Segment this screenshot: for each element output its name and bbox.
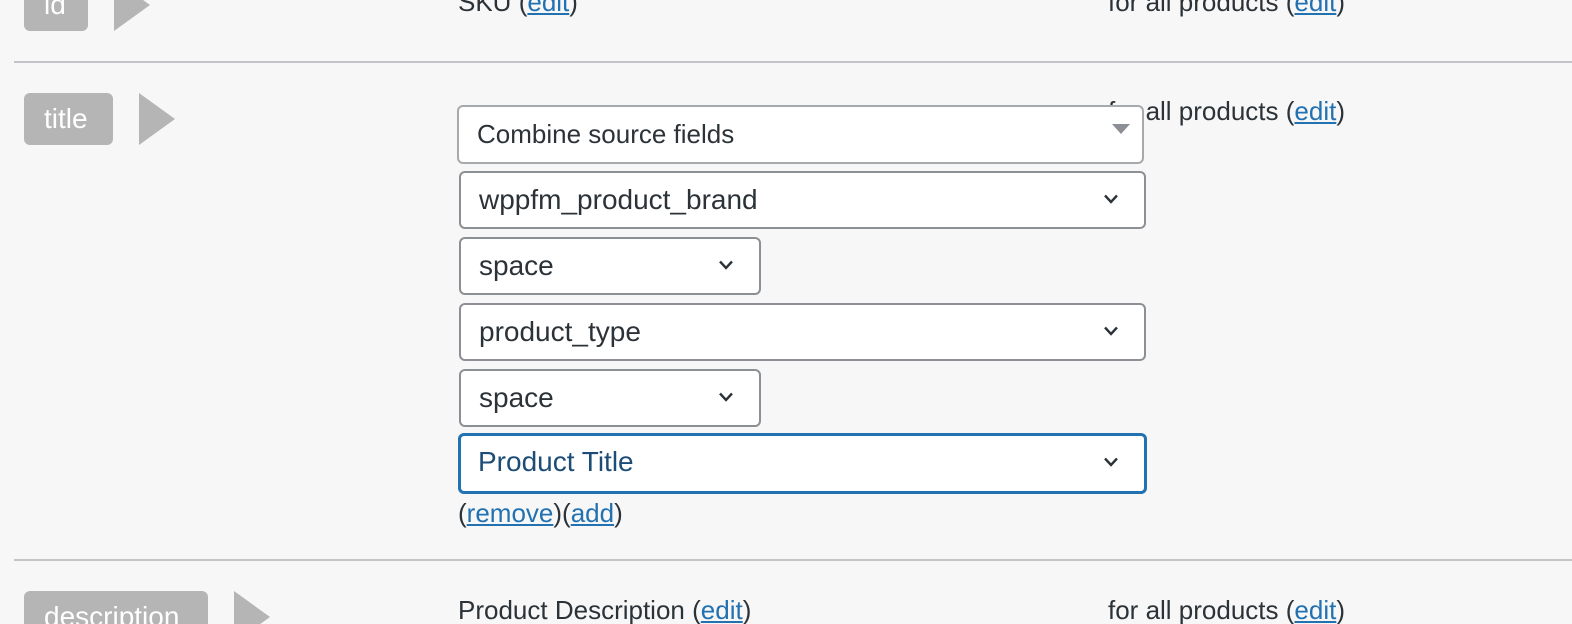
condition-edit-link[interactable]: edit: [1294, 595, 1336, 624]
condition-text: for all products: [1108, 595, 1279, 624]
separator-select-2[interactable]: space: [459, 369, 761, 427]
row-divider: [14, 61, 1572, 63]
remove-field-link[interactable]: remove: [467, 498, 554, 528]
source-text: Product Description: [458, 595, 685, 624]
separator-value: space: [479, 250, 554, 281]
chevron-down-icon: [1104, 194, 1118, 204]
add-field-link[interactable]: add: [571, 498, 614, 528]
source-field-select-1[interactable]: wppfm_product_brand: [459, 171, 1146, 229]
feed-attributes-panel: id SKU (edit) for all products (edit) ti…: [0, 0, 1572, 624]
attribute-tag-label: description: [24, 591, 208, 624]
arrow-right-icon: [114, 0, 150, 31]
arrow-right-icon: [234, 591, 270, 624]
chevron-down-icon: [719, 260, 733, 270]
triangle-down-icon: [1112, 124, 1130, 134]
arrow-right-icon: [139, 93, 175, 145]
attribute-tag-label: title: [24, 93, 113, 145]
source-field-select-2[interactable]: product_type: [459, 303, 1146, 361]
condition-edit-link[interactable]: edit: [1294, 0, 1336, 17]
source-field-value: Product Title: [478, 446, 634, 477]
source-field-select-3[interactable]: Product Title: [458, 433, 1147, 494]
chevron-down-icon: [1104, 457, 1118, 467]
source-value-description: Product Description (edit): [458, 595, 752, 624]
field-actions: (remove)(add): [458, 498, 623, 528]
combine-source-value: Combine source fields: [477, 119, 735, 149]
source-field-value: product_type: [479, 316, 641, 347]
attribute-tag-label: id: [24, 0, 88, 31]
source-edit-link[interactable]: edit: [527, 0, 569, 17]
combine-source-select[interactable]: Combine source fields: [457, 105, 1144, 164]
separator-select-1[interactable]: space: [459, 237, 761, 295]
source-edit-link[interactable]: edit: [701, 595, 743, 624]
chevron-down-icon: [719, 392, 733, 402]
source-value-id: SKU (edit): [458, 0, 578, 17]
source-text: SKU: [458, 0, 512, 17]
condition-text: for all products: [1108, 0, 1279, 17]
chevron-down-icon: [1104, 326, 1118, 336]
row-divider: [14, 559, 1572, 561]
separator-value: space: [479, 382, 554, 413]
condition-edit-link[interactable]: edit: [1294, 96, 1336, 126]
condition-id: for all products (edit): [1108, 0, 1345, 17]
source-field-value: wppfm_product_brand: [479, 184, 758, 215]
condition-description: for all products (edit): [1108, 595, 1346, 624]
